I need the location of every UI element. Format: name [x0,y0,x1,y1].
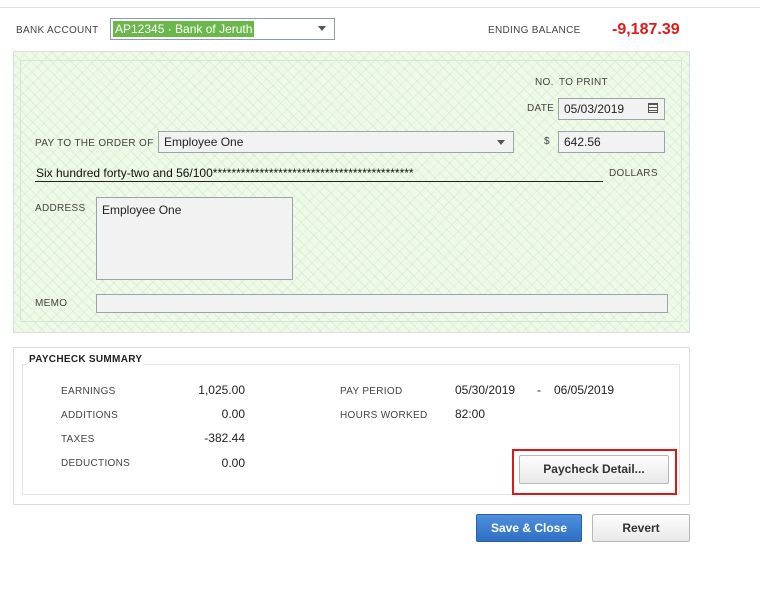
date-field[interactable]: 05/03/2019 [558,98,665,120]
calendar-icon[interactable] [648,103,658,113]
amount-words-underline [35,181,603,182]
paycheck-summary-title: PAYCHECK SUMMARY [26,354,146,365]
highlight-box [512,449,677,495]
additions-value: 0.00 [221,407,245,421]
pay-to-value: Employee One [164,135,244,149]
dollar-sign: $ [544,136,550,147]
revert-button[interactable]: Revert [592,514,690,542]
memo-field[interactable] [96,294,668,313]
deductions-value: 0.00 [221,456,245,470]
ending-balance-value: -9,187.39 [612,21,680,38]
taxes-value: -382.44 [204,431,245,445]
amount-in-words: Six hundred forty-two and 56/100********… [36,166,414,180]
date-value: 05/03/2019 [564,102,625,116]
pay-period-end: 06/05/2019 [554,383,615,397]
chevron-down-icon[interactable] [497,140,505,145]
taxes-label: TAXES [61,434,95,445]
address-value: Employee One [102,203,182,217]
earnings-label: EARNINGS [61,386,116,397]
bank-account-select[interactable]: AP12345 · Bank of Jeruth [110,18,335,40]
chevron-down-icon[interactable] [318,26,326,31]
date-label: DATE [527,103,555,114]
dollars-label: DOLLARS [609,168,658,179]
pay-period-start: 05/30/2019 [455,383,516,397]
amount-field[interactable]: 642.56 [558,131,665,153]
memo-label: MEMO [35,298,68,309]
deductions-label: DEDUCTIONS [61,458,131,469]
earnings-value: 1,025.00 [198,383,245,397]
save-close-button[interactable]: Save & Close [476,514,582,542]
pay-to-select[interactable]: Employee One [158,131,514,153]
amount-value: 642.56 [564,135,601,149]
pay-period-label: PAY PERIOD [340,386,403,397]
check-number-label: NO. [535,77,554,88]
check-number-value: TO PRINT [559,77,608,88]
bank-account-label: BANK ACCOUNT [16,25,99,36]
address-label: ADDRESS [35,203,86,214]
bank-account-value: AP12345 · Bank of Jeruth [113,21,255,37]
top-divider [0,7,760,8]
hours-worked-value: 82:00 [455,407,486,421]
pay-period-separator: - [537,383,541,397]
pay-to-label: PAY TO THE ORDER OF [35,138,154,149]
ending-balance-label: ENDING BALANCE [488,25,581,36]
address-field[interactable]: Employee One [96,197,293,280]
additions-label: ADDITIONS [61,410,119,421]
hours-worked-label: HOURS WORKED [340,410,428,421]
